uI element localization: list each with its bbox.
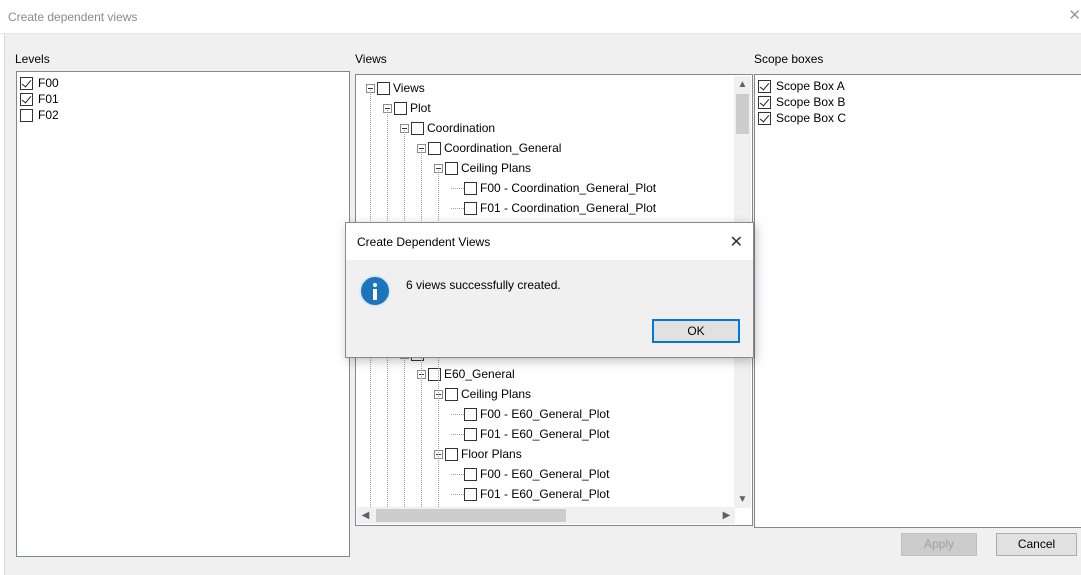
tree-node-label: Coordination xyxy=(427,121,496,135)
level-item-label: F02 xyxy=(38,107,59,122)
scope-box-checkbox[interactable] xyxy=(758,79,771,93)
tree-node-label: F01 - Coordination_General_Plot xyxy=(480,201,657,215)
tree-node-checkbox[interactable] xyxy=(464,467,477,481)
tree-node-checkbox[interactable] xyxy=(428,367,441,381)
scope-box-item-label: Scope Box A xyxy=(776,78,845,93)
tree-node[interactable]: Ceiling Plans xyxy=(434,386,531,402)
scroll-right-icon[interactable]: ▶ xyxy=(718,507,735,524)
tree-node-checkbox[interactable] xyxy=(394,101,407,115)
tree-node-checkbox[interactable] xyxy=(464,181,477,195)
scope-box-item-label: Scope Box B xyxy=(776,94,846,109)
scope-box-item-label: Scope Box C xyxy=(776,110,847,125)
window-close-icon[interactable]: ✕ xyxy=(1065,8,1081,24)
scope-boxes-label: Scope boxes xyxy=(754,52,824,66)
scope-box-checkbox[interactable] xyxy=(758,111,771,125)
tree-node-label: F00 - E60_General_Plot xyxy=(480,407,610,421)
tree-node[interactable]: F00 - Coordination_General_Plot xyxy=(451,180,656,196)
level-item[interactable]: F01 xyxy=(20,91,59,107)
tree-node[interactable]: Coordination xyxy=(400,120,495,136)
tree-node-checkbox[interactable] xyxy=(411,121,424,135)
tree-node[interactable]: Plot xyxy=(383,100,431,116)
tree-node-checkbox[interactable] xyxy=(445,447,458,461)
scroll-left-icon[interactable]: ◀ xyxy=(357,507,374,524)
tree-node-label: Views xyxy=(393,81,425,95)
tree-node[interactable]: Coordination_General xyxy=(417,140,561,156)
tree-node-checkbox[interactable] xyxy=(428,141,441,155)
tree-node-label: F01 - E60_General_Plot xyxy=(480,487,610,501)
vertical-scroll-thumb[interactable] xyxy=(736,94,749,134)
tree-node-label: Coordination_General xyxy=(444,141,562,155)
level-checkbox[interactable] xyxy=(20,76,33,90)
levels-label: Levels xyxy=(15,52,50,66)
tree-node[interactable]: F00 - E60_General_Plot xyxy=(451,466,609,482)
scope-boxes-list[interactable]: Scope Box A Scope Box B Scope Box C xyxy=(754,74,1081,528)
tree-node[interactable]: E60_General xyxy=(417,366,515,382)
window-title: Create dependent views xyxy=(8,10,138,24)
views-horizontal-scrollbar[interactable]: ◀ ▶ xyxy=(357,507,735,524)
tree-node-label: E60_General xyxy=(444,367,515,381)
apply-button[interactable]: Apply xyxy=(901,533,977,556)
message-box-body: 6 views successfully created. OK xyxy=(346,260,753,357)
tree-node-checkbox[interactable] xyxy=(377,81,390,95)
tree-node[interactable]: Ceiling Plans xyxy=(434,160,531,176)
tree-node-label: Ceiling Plans xyxy=(461,161,532,175)
tree-node-checkbox[interactable] xyxy=(445,387,458,401)
title-bar: Create dependent views ✕ xyxy=(0,0,1081,34)
create-dependent-views-window: Create dependent views ✕ Levels F00 F01 F0… xyxy=(0,0,1081,575)
level-item[interactable]: F02 xyxy=(20,107,59,123)
tree-node[interactable]: Views xyxy=(366,80,425,96)
tree-node[interactable]: Floor Plans xyxy=(434,446,522,462)
tree-node-label: Floor Plans xyxy=(461,447,522,461)
scope-box-item[interactable]: Scope Box B xyxy=(758,94,845,110)
scope-box-item[interactable]: Scope Box A xyxy=(758,78,845,94)
level-item-label: F01 xyxy=(38,91,59,106)
tree-node[interactable]: F01 - E60_General_Plot xyxy=(451,486,609,502)
tree-node[interactable]: F00 - E60_General_Plot xyxy=(451,406,609,422)
tree-node-label: F01 - E60_General_Plot xyxy=(480,427,610,441)
level-item-label: F00 xyxy=(38,75,59,90)
message-box-close-icon[interactable]: ✕ xyxy=(730,232,743,252)
tree-node-checkbox[interactable] xyxy=(464,407,477,421)
tree-node-label: F00 - Coordination_General_Plot xyxy=(480,181,657,195)
tree-node[interactable]: F01 - Coordination_General_Plot xyxy=(451,200,656,216)
level-item[interactable]: F00 xyxy=(20,75,59,91)
level-checkbox[interactable] xyxy=(20,108,33,122)
cancel-button[interactable]: Cancel xyxy=(996,533,1077,556)
views-label: Views xyxy=(355,52,387,66)
tree-node-checkbox[interactable] xyxy=(445,161,458,175)
tree-node-label: F00 - E60_General_Plot xyxy=(480,467,610,481)
scope-box-item[interactable]: Scope Box C xyxy=(758,110,846,126)
tree-node-label: Plot xyxy=(410,101,431,115)
message-box: Create Dependent Views ✕ 6 views success… xyxy=(345,222,754,358)
tree-node-checkbox[interactable] xyxy=(464,201,477,215)
scroll-up-icon[interactable]: ▲ xyxy=(734,76,751,93)
tree-node-checkbox[interactable] xyxy=(464,427,477,441)
scroll-down-icon[interactable]: ▼ xyxy=(734,491,751,508)
levels-list[interactable]: F00 F01 F02 xyxy=(16,71,350,557)
tree-node[interactable]: F01 - E60_General_Plot xyxy=(451,426,609,442)
message-text: 6 views successfully created. xyxy=(406,278,561,292)
scope-box-checkbox[interactable] xyxy=(758,95,771,109)
message-box-title: Create Dependent Views xyxy=(357,235,491,249)
level-checkbox[interactable] xyxy=(20,92,33,106)
info-icon xyxy=(359,275,391,307)
ok-button[interactable]: OK xyxy=(652,319,740,343)
horizontal-scroll-thumb[interactable] xyxy=(376,509,566,522)
tree-node-checkbox[interactable] xyxy=(464,487,477,501)
tree-node-label: Ceiling Plans xyxy=(461,387,532,401)
